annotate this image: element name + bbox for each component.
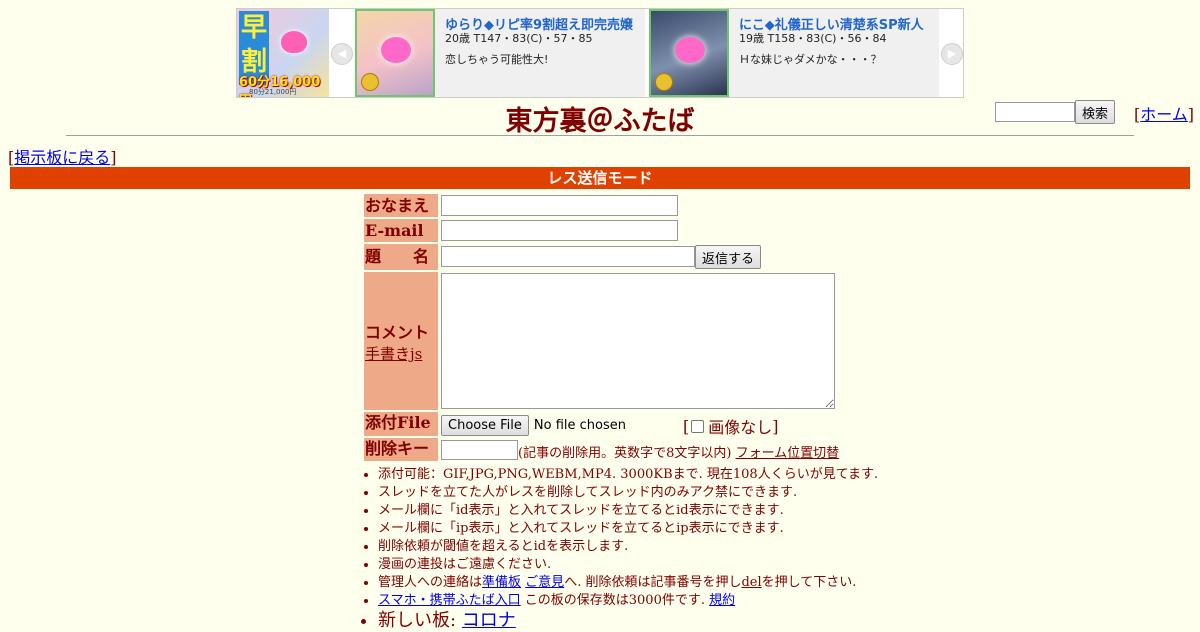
subject-input[interactable] bbox=[441, 246, 695, 267]
new-board-text: 新しい板: bbox=[378, 610, 462, 631]
rules-link[interactable]: 規約 bbox=[709, 593, 735, 608]
contact-text: へ. 削除依頼は記事番号を押し bbox=[564, 575, 742, 590]
badge-icon bbox=[361, 73, 379, 91]
contact-text: を押して下さい. bbox=[761, 575, 857, 590]
no-image-label: 画像なし bbox=[708, 418, 773, 437]
feedback-link[interactable]: ご意見 bbox=[525, 575, 564, 590]
heart-icon bbox=[675, 37, 705, 63]
list-item: 添付可能：GIF,JPG,PNG,WEBM,MP4. 3000KBまで. 現在1… bbox=[378, 466, 898, 484]
ad-card[interactable]: ゆらり◆リピ率9割超え即完売嬢 20歳 T147・83(C)・57・85 恋しち… bbox=[355, 9, 645, 97]
search-box: 検索 bbox=[995, 100, 1116, 124]
delete-key-label: 削除キー bbox=[364, 438, 438, 461]
ad-prev-arrow-icon[interactable]: ◀ bbox=[331, 43, 353, 65]
comment-label-cell: コメント 手書きjs bbox=[364, 272, 438, 410]
no-file-text: No file chosen bbox=[533, 417, 626, 433]
handwriting-link[interactable]: 手書きjs bbox=[365, 343, 438, 364]
ad-card[interactable]: にこ◆礼儀正しい清楚系SP新人 19歳 T158・83(C)・56・84 Ｈな妹… bbox=[649, 9, 939, 97]
search-input[interactable] bbox=[995, 102, 1075, 122]
list-item: 削除依頼が閾値を超えるとidを表示します. bbox=[378, 538, 898, 556]
ad-card-catch: 恋しちゃう可能性大! bbox=[445, 53, 549, 66]
ad-promo-image[interactable]: 早割 60分16,000円 80分21,000円 bbox=[237, 9, 329, 97]
name-input[interactable] bbox=[441, 195, 678, 216]
name-label: おなまえ bbox=[364, 194, 438, 217]
heart-icon bbox=[281, 31, 307, 53]
form-position-toggle-link[interactable]: フォーム位置切替 bbox=[736, 446, 840, 461]
heart-icon bbox=[381, 37, 411, 63]
ad-banner[interactable]: 早割 60分16,000円 80分21,000円 ◀ ゆらり◆リピ率9割超え即完… bbox=[236, 8, 964, 98]
list-item: メール欄に「id表示」と入れてスレッドを立てるとid表示にできます. bbox=[378, 502, 898, 520]
choose-file-button[interactable]: Choose File bbox=[441, 414, 529, 436]
back-nav: [掲示板に戻る] bbox=[8, 148, 117, 167]
home-nav: [ホーム] bbox=[1134, 105, 1195, 124]
mobile-entry-link[interactable]: スマホ・携帯ふたば入口 bbox=[378, 593, 521, 608]
delete-key-note-row: (記事の削除用。英数字で8文字以内) フォーム位置切替 bbox=[518, 442, 839, 461]
delete-key-input[interactable] bbox=[441, 440, 518, 460]
home-link[interactable]: ホーム bbox=[1140, 105, 1188, 124]
comment-textarea[interactable] bbox=[441, 273, 835, 409]
divider bbox=[66, 135, 1134, 136]
email-label: E-mail bbox=[364, 219, 438, 242]
file-label: 添付File bbox=[364, 412, 438, 436]
list-item: スマホ・携帯ふたば入口 この板の保存数は3000件です. 規約 bbox=[378, 592, 898, 610]
file-picker: Choose File No file chosen bbox=[441, 414, 626, 436]
search-button[interactable]: 検索 bbox=[1075, 100, 1116, 124]
ad-card-stats: 19歳 T158・83(C)・56・84 bbox=[739, 32, 887, 45]
list-item: 漫画の連投はご遠慮ください. bbox=[378, 556, 898, 574]
del-link[interactable]: del bbox=[741, 575, 761, 590]
delete-key-note: (記事の削除用。英数字で8文字以内) bbox=[518, 446, 732, 461]
email-input[interactable] bbox=[441, 220, 678, 241]
contact-text: 管理人への連絡は bbox=[378, 575, 483, 590]
list-item: 新しい板: コロナ bbox=[378, 610, 898, 632]
subject-label: 題 名 bbox=[364, 244, 438, 270]
list-item: 管理人への連絡は準備板 ご意見へ. 削除依頼は記事番号を押しdelを押して下さい… bbox=[378, 574, 898, 592]
ad-next-arrow-icon[interactable]: ▶ bbox=[941, 43, 963, 65]
ad-card-stats: 20歳 T147・83(C)・57・85 bbox=[445, 32, 593, 45]
ad-card-photo[interactable] bbox=[649, 9, 729, 97]
ad-promo-sub: 80分21,000円 bbox=[249, 88, 297, 96]
new-board-link[interactable]: コロナ bbox=[462, 610, 516, 631]
list-item: スレッドを立てた人がレスを削除してスレッド内のみアク禁にできます. bbox=[378, 484, 898, 502]
prep-board-link[interactable]: 準備板 bbox=[482, 575, 521, 590]
ad-card-catch: Ｈな妹じゃダメかな・・・？ bbox=[739, 53, 882, 66]
badge-icon bbox=[655, 73, 673, 91]
back-to-board-link[interactable]: 掲示板に戻る bbox=[14, 148, 110, 167]
ad-card-photo[interactable] bbox=[355, 9, 435, 97]
mode-banner: レス送信モード bbox=[10, 167, 1190, 189]
submit-reply-button[interactable]: 返信する bbox=[695, 245, 762, 269]
board-info-list: 添付可能：GIF,JPG,PNG,WEBM,MP4. 3000KBまで. 現在1… bbox=[364, 466, 898, 632]
no-image-checkbox[interactable] bbox=[691, 419, 705, 433]
list-item: メール欄に「ip表示」と入れてスレッドを立てるとip表示にできます. bbox=[378, 520, 898, 538]
no-image-option: [画像なし] bbox=[683, 414, 779, 438]
comment-label: コメント bbox=[365, 322, 430, 342]
storage-text: この板の保存数は3000件です. bbox=[524, 593, 705, 608]
